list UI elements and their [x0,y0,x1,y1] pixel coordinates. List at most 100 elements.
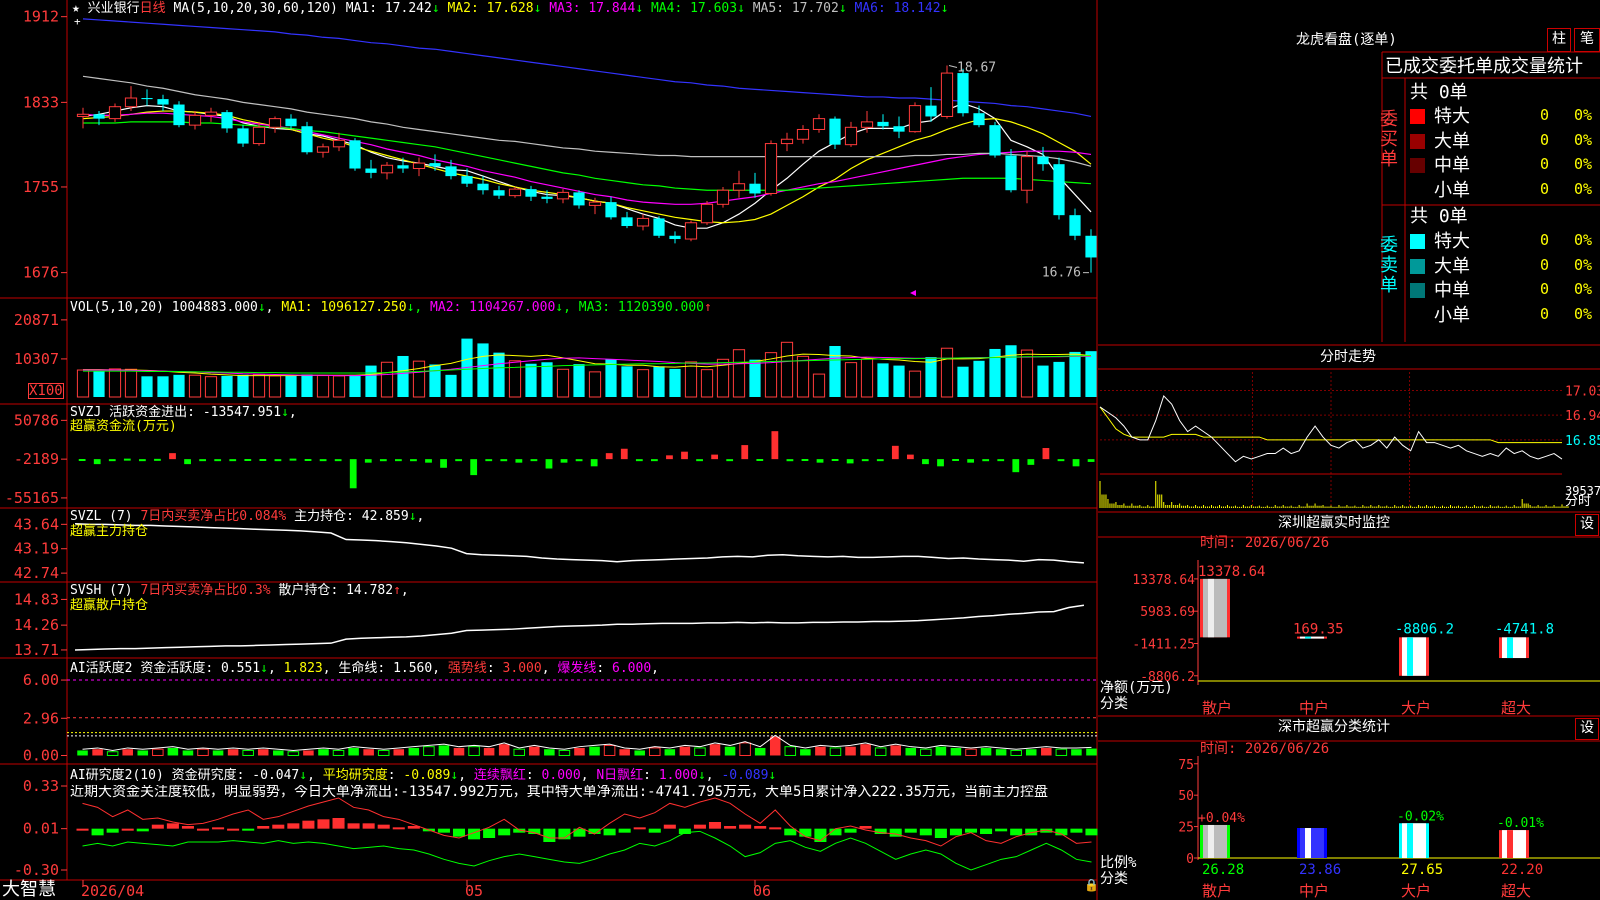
ai-active-bar [935,746,947,756]
sz-monitor-bar [1399,637,1429,676]
svzl-subtitle: 超赢主力持仓 [70,524,149,539]
svzl-value: 42.859 [361,509,409,524]
candle-body [716,189,730,205]
ai-active-bar [393,749,405,756]
sz-class-settings-button[interactable]: 设 [1575,718,1599,740]
volume-bar [588,371,602,398]
ai-research-bar [799,828,812,837]
volume-bar [556,368,570,398]
candle-body [108,106,122,120]
timeshare-title[interactable]: 分时走势 [1320,350,1376,365]
volume-bar [1069,351,1081,397]
svzl-label1: 7日内买卖净占比0.084% [140,509,287,524]
ai-research-bar [347,823,360,829]
ai-last-arrow: ↓ [768,768,777,783]
sz-monitor-ytick-label: 5983.69 [1140,605,1195,620]
ma-legend-arrow: ↓ [431,1,440,16]
svzj-bar [937,459,944,467]
ai-nred-label: N日飘红 [596,768,644,783]
lock-icon[interactable]: 🔒 [1084,878,1099,893]
svzj-bar [395,459,402,462]
svzj-bar [154,458,161,461]
volume-bar [349,374,361,397]
candle-body [556,191,570,200]
volume-bar [237,374,249,397]
sell-row-label: 特大 [1434,231,1470,252]
ai-active-ytick-label: 0.00 [23,746,59,764]
period-label[interactable]: 日线 [140,1,166,16]
brand-logo[interactable]: 大智慧 [2,880,56,900]
ai-research-bar [754,826,767,829]
candle-body [93,114,105,119]
volume-bar [525,363,537,397]
ai-research-ytick-label: 0.33 [23,777,59,795]
volume-legend-arrow: ↓, [555,300,571,315]
volume-bar [957,366,969,397]
svzj-bar [530,459,538,462]
candle-body [301,126,313,153]
sz-monitor-bar-fill [1502,637,1526,659]
sz-class-bar-shade [1407,823,1413,858]
ai-active-bar [995,749,1007,756]
ai-active-v2: 1.823 [283,661,323,676]
svzj-ytick-label: -55165 [5,489,59,507]
buy-color-swatch [1410,133,1425,149]
buy-row-percent: 0% [1574,155,1593,173]
kline-chart-canvas[interactable]: 1912 1833 1755 1676 18.67 16.76 20871 10307 5078… [0,0,1600,900]
candle-body [796,128,810,140]
ai-active-bar [167,747,179,756]
ai-active-bar [754,747,766,756]
pillar-button[interactable]: 柱 [1547,28,1571,52]
svzj-value: -13547.951 [202,405,282,420]
sz-monitor-value-label: 169.35 [1293,622,1344,638]
sz-class-ytick-label: 75 [1178,758,1194,773]
ai-research-bar [181,826,194,829]
svzj-bar [982,459,990,462]
sz-class-bar-shade [1305,828,1311,858]
svsh-value: 14.782 [346,583,394,598]
svsh-ytick-label: 14.26 [14,616,59,634]
volume-bar [445,374,457,397]
volume-bar [412,360,426,398]
sz-class-title: 深市超赢分类统计 [1278,719,1390,735]
plus-icon[interactable]: + [74,14,81,29]
ai-active-bar [377,749,390,756]
svzj-bar [696,459,703,462]
main-ytick-label: 1755 [23,178,59,196]
svzj-bar [1057,459,1065,462]
ai-active-bar [829,747,842,756]
sell-row-count: 0 [1540,304,1550,323]
volume-bar [653,366,665,397]
pen-button[interactable]: 笔 [1574,28,1600,52]
sz-monitor-value-label: -4741.8 [1495,621,1554,637]
volume-bar [1085,351,1097,397]
ma-legend-arrow: ↓ [838,1,847,16]
sz-class-ylabel: 比例% [1100,855,1137,871]
sz-class-category: 中户 [1299,882,1329,900]
ai-research-bar [272,824,285,829]
volume-value: 1004883.000 [171,300,258,315]
candle-body [908,105,922,133]
stock-name[interactable]: 兴业银行 [88,1,140,16]
ai-active-bar [1071,749,1082,756]
svzj-bar [816,459,824,463]
ai-burst-value: 6.000 [612,661,652,676]
sz-monitor-value-label: 13378.64 [1198,564,1265,580]
candle-body [573,192,585,206]
sz-class-change-label: -0.01% [1497,816,1544,831]
sz-monitor-settings-button[interactable]: 设 [1575,514,1599,536]
volume-bar [796,355,810,398]
candle-body [732,183,746,191]
svzj-bar [952,459,959,461]
ai-active-bar [212,750,224,756]
sz-class-ytick-label: 25 [1178,821,1194,836]
volume-bar [365,365,377,397]
volume-bar [621,366,633,397]
volume-bar [541,362,553,397]
ai-research-bar [437,828,450,833]
timeshare-ytick-label: 16.85 [1565,434,1600,449]
volume-bar [508,360,522,398]
ai-research-bar [784,828,797,836]
volume-bar [1037,365,1049,397]
candle-body [636,217,650,227]
